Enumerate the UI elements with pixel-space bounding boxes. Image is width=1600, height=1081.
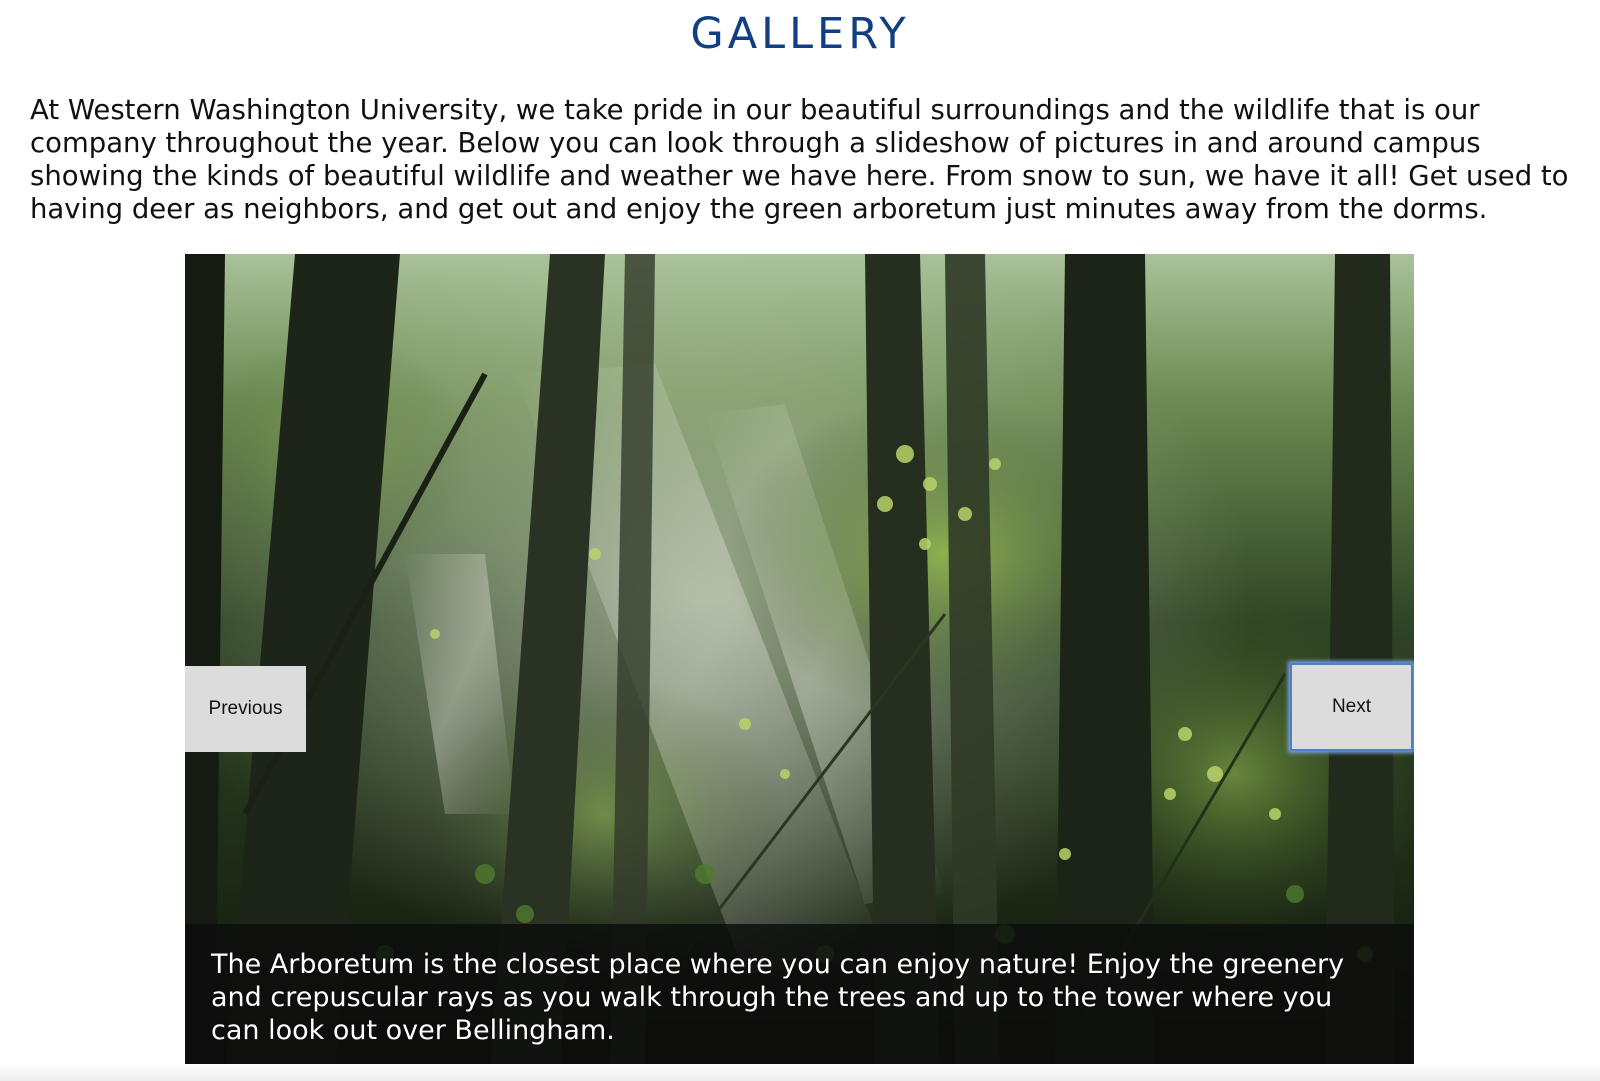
slideshow: Previous Next The Arboretum is the close… [185, 254, 1414, 1074]
intro-paragraph: At Western Washington University, we tak… [30, 94, 1569, 225]
slide-caption-text: The Arboretum is the closest place where… [211, 949, 1345, 1046]
page-title: GALLERY [690, 9, 910, 59]
previous-button[interactable]: Previous [185, 666, 306, 752]
page-bottom-edge [0, 1064, 1600, 1081]
next-button[interactable]: Next [1290, 663, 1413, 751]
slide-caption: The Arboretum is the closest place where… [185, 924, 1414, 1074]
